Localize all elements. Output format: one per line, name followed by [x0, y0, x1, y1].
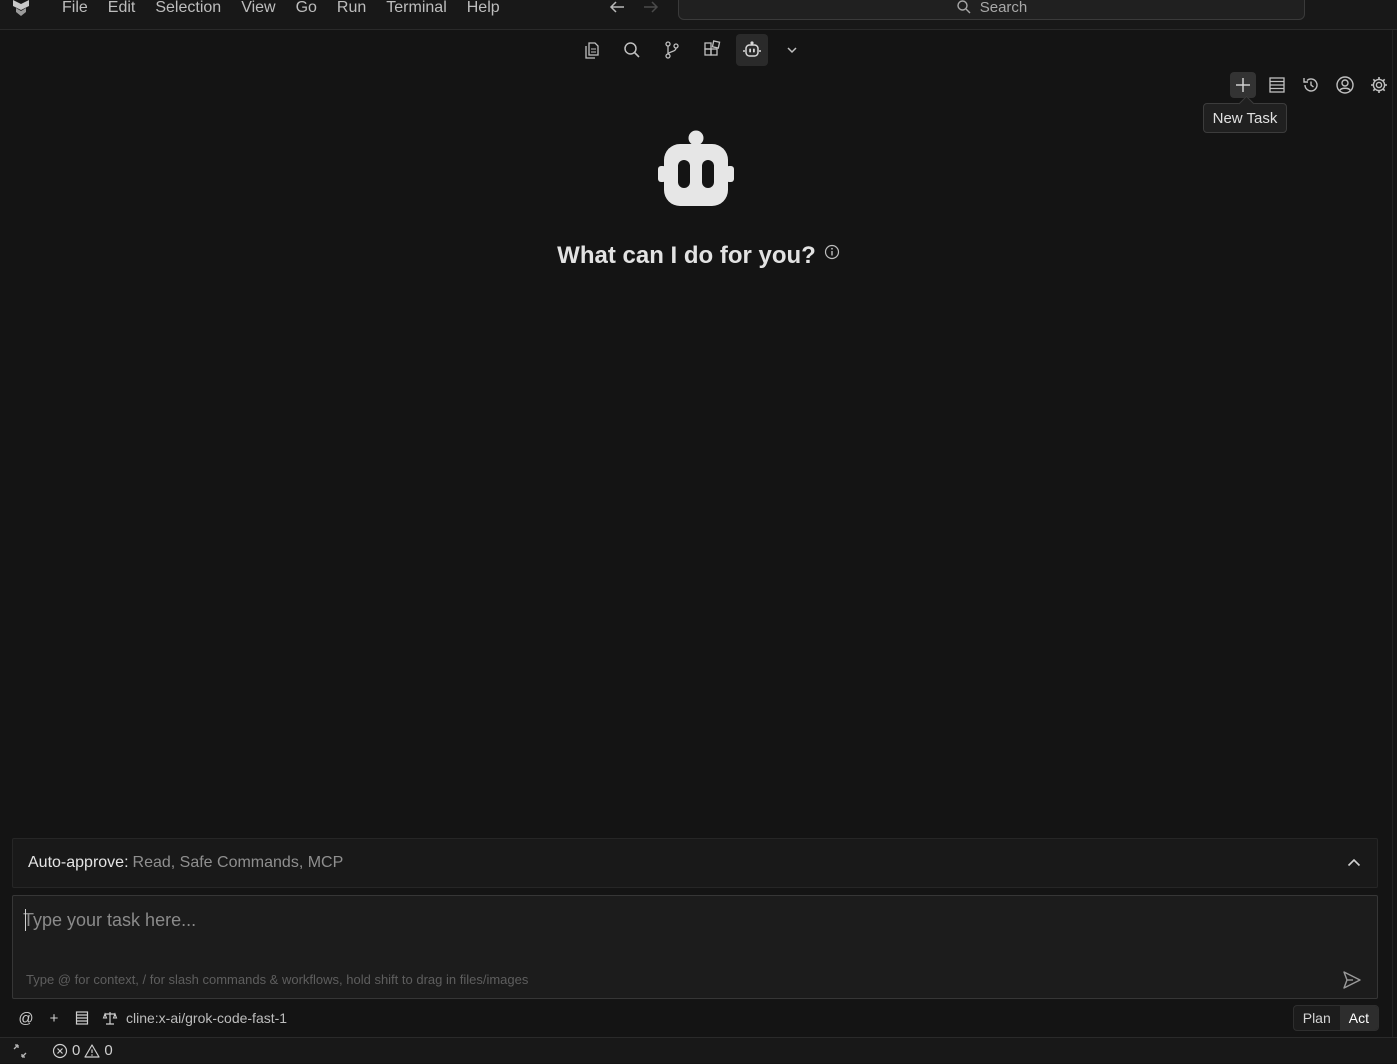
menu-item-file[interactable]: File	[52, 0, 98, 19]
server-icon	[1269, 77, 1285, 93]
settings-button[interactable]	[1366, 72, 1392, 98]
problems-indicator[interactable]: 0 0	[52, 1042, 113, 1059]
mcp-servers-button[interactable]	[1264, 72, 1290, 98]
remote-indicator[interactable]	[0, 1038, 40, 1064]
add-context-button[interactable]: @	[12, 1007, 40, 1029]
auto-approve-label: Auto-approve:	[28, 854, 129, 871]
back-arrow-icon[interactable]	[606, 0, 628, 18]
app-logo-icon[interactable]	[10, 0, 32, 18]
gear-icon	[1371, 77, 1387, 93]
act-mode-button[interactable]: Act	[1339, 1006, 1378, 1030]
model-selector[interactable]: cline:x-ai/grok-code-fast-1	[126, 1010, 287, 1026]
forward-arrow-icon[interactable]	[640, 0, 662, 18]
remote-icon	[13, 1043, 27, 1058]
info-icon[interactable]	[824, 244, 840, 260]
plan-mode-button[interactable]: Plan	[1294, 1006, 1340, 1030]
text-caret	[25, 909, 26, 931]
auto-approve-value: Read, Safe Commands, MCP	[132, 854, 344, 871]
activity-more-dropdown[interactable]	[776, 34, 808, 66]
history-icon	[1303, 78, 1318, 92]
task-input-hint: Type @ for context, / for slash commands…	[26, 972, 529, 987]
warning-icon	[84, 1043, 100, 1058]
files-icon	[585, 42, 599, 59]
scrollbar-track[interactable]	[1392, 30, 1393, 1037]
activity-bar	[576, 34, 808, 66]
menu-item-view[interactable]: View	[231, 0, 285, 19]
error-count: 0	[72, 1042, 81, 1059]
cline-robot-icon	[743, 41, 761, 57]
extensions-icon	[704, 40, 721, 56]
send-icon[interactable]	[1341, 969, 1363, 991]
activity-explorer[interactable]	[576, 34, 608, 66]
menu-item-go[interactable]: Go	[286, 0, 327, 19]
new-task-button[interactable]	[1230, 72, 1256, 98]
composer-toolbar: @ + cline:x-ai/grok-code-fast-1	[12, 1006, 1380, 1030]
status-bar: 0 0	[0, 1037, 1397, 1063]
plan-act-toggle: Plan Act	[1292, 1005, 1379, 1031]
rules-button[interactable]	[96, 1007, 124, 1029]
cline-robot-icon	[658, 130, 734, 206]
activity-search[interactable]	[616, 34, 648, 66]
warning-count: 0	[104, 1042, 113, 1059]
plus-icon	[1236, 78, 1250, 92]
activity-extensions[interactable]	[696, 34, 728, 66]
task-input-box: Type @ for context, / for slash commands…	[12, 895, 1378, 999]
activity-source-control[interactable]	[656, 34, 688, 66]
menu-item-selection[interactable]: Selection	[145, 0, 231, 19]
menu-item-help[interactable]: Help	[457, 0, 510, 19]
command-center-search[interactable]: Search	[678, 0, 1305, 20]
error-icon	[52, 1043, 68, 1058]
account-button[interactable]	[1332, 72, 1358, 98]
server-icon	[75, 1011, 89, 1025]
mcp-servers-toggle[interactable]	[68, 1007, 96, 1029]
search-label: Search	[979, 0, 1028, 16]
menu-item-edit[interactable]: Edit	[98, 0, 146, 19]
account-icon	[1336, 76, 1354, 94]
panel-actions	[1230, 72, 1392, 98]
scale-icon	[102, 1012, 118, 1025]
chevron-down-icon	[787, 47, 797, 54]
source-control-icon	[665, 41, 679, 59]
add-files-button[interactable]: +	[40, 1007, 68, 1029]
menu-item-run[interactable]: Run	[327, 0, 376, 19]
search-icon	[624, 42, 640, 58]
title-bar: File Edit Selection View Go Run Terminal…	[0, 0, 1397, 30]
welcome-title: What can I do for you?	[557, 242, 816, 269]
menu-item-terminal[interactable]: Terminal	[376, 0, 456, 19]
chevron-up-icon[interactable]	[1345, 854, 1363, 872]
activity-cline[interactable]	[736, 34, 768, 66]
auto-approve-bar[interactable]: Auto-approve: Read, Safe Commands, MCP	[12, 838, 1378, 888]
menu-bar: File Edit Selection View Go Run Terminal…	[52, 0, 510, 19]
welcome-heading: What can I do for you?	[0, 242, 1397, 270]
history-button[interactable]	[1298, 72, 1324, 98]
search-icon	[957, 0, 971, 14]
navigation-arrows	[606, 0, 662, 18]
task-input[interactable]	[23, 908, 1023, 932]
new-task-tooltip: New Task	[1203, 103, 1287, 133]
